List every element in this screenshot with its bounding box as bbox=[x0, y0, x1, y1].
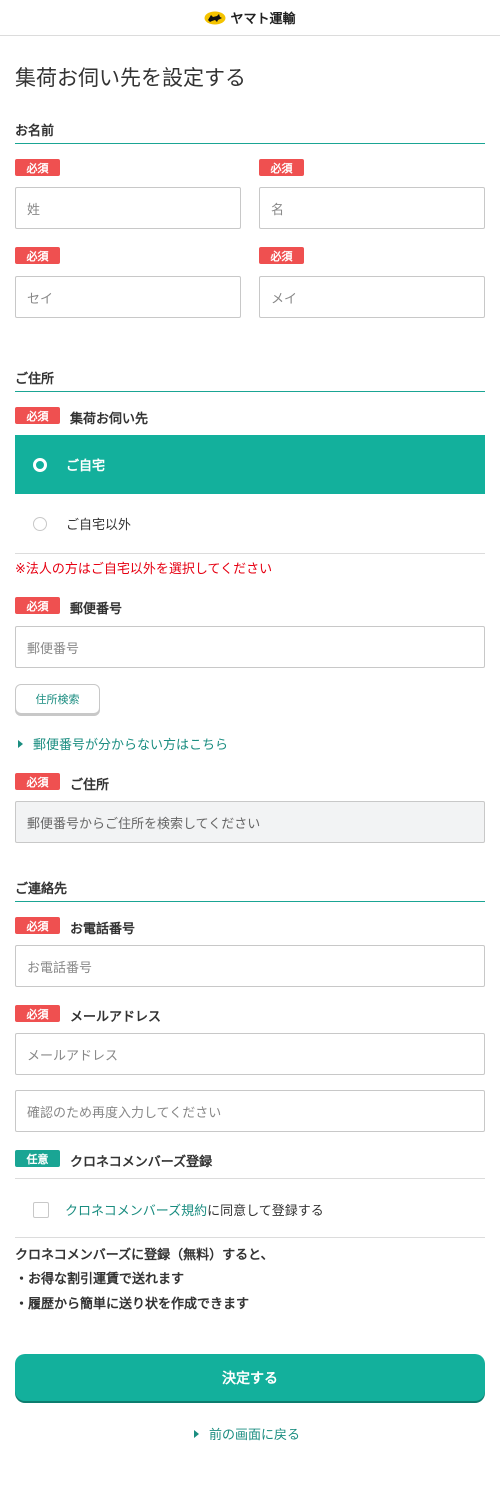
email-confirm-input[interactable]: 確認のため再度入力してください bbox=[15, 1090, 485, 1132]
required-badge: 必須 bbox=[15, 917, 60, 934]
unknown-postal-code-link-text: 郵便番号が分からない方はこちら bbox=[33, 738, 229, 753]
required-badge: 必須 bbox=[259, 159, 304, 176]
header: ヤマト運輸 bbox=[0, 0, 500, 36]
terms-agreement-text: に同意して登録する bbox=[207, 1204, 324, 1219]
required-badge: 必須 bbox=[259, 247, 304, 264]
required-badge: 必須 bbox=[15, 773, 60, 790]
address-label: ご住所 bbox=[70, 778, 110, 793]
radio-option-label: ご自宅 bbox=[66, 459, 106, 474]
logo-text: ヤマト運輸 bbox=[230, 12, 296, 27]
benefit-item: ・履歴から簡単に送り状を作成できます bbox=[15, 1297, 250, 1312]
pickup-location-label: 集荷お伺い先 bbox=[70, 412, 149, 427]
first-name-input[interactable]: 名 bbox=[259, 187, 485, 229]
benefit-item: ・お得な割引運賃で送れます bbox=[15, 1272, 185, 1287]
required-badge: 必須 bbox=[15, 407, 60, 424]
address-search-button[interactable]: 住所検索 bbox=[15, 684, 100, 714]
name-section-title: お名前 bbox=[15, 124, 55, 139]
contact-section-title: ご連絡先 bbox=[15, 882, 68, 897]
radio-option-label: ご自宅以外 bbox=[66, 518, 132, 533]
radio-selected-icon bbox=[33, 457, 47, 472]
address-section-title: ご住所 bbox=[15, 372, 55, 387]
radio-option-other[interactable]: ご自宅以外 bbox=[15, 494, 485, 553]
submit-button[interactable]: 決定する bbox=[15, 1354, 485, 1401]
last-name-kana-input[interactable]: セイ bbox=[15, 276, 241, 318]
unknown-postal-code-link[interactable]: 郵便番号が分からない方はこちら bbox=[18, 734, 228, 753]
contact-section-divider bbox=[15, 901, 485, 902]
members-registration-label: クロネコメンバーズ登録 bbox=[70, 1155, 213, 1170]
divider bbox=[15, 1178, 485, 1179]
email-label: メールアドレス bbox=[70, 1010, 162, 1025]
terms-checkbox[interactable] bbox=[33, 1201, 49, 1218]
benefits-intro: クロネコメンバーズに登録（無料）すると、 bbox=[15, 1248, 274, 1263]
phone-label: お電話番号 bbox=[70, 922, 136, 937]
members-terms-link[interactable]: クロネコメンバーズ規約 bbox=[65, 1204, 207, 1219]
radio-unselected-icon bbox=[33, 516, 47, 531]
first-name-kana-input[interactable]: メイ bbox=[259, 276, 485, 318]
yamato-logo[interactable]: ヤマト運輸 bbox=[204, 8, 296, 27]
last-name-input[interactable]: 姓 bbox=[15, 187, 241, 229]
divider bbox=[15, 553, 485, 554]
name-section-divider bbox=[15, 143, 485, 144]
postal-code-label: 郵便番号 bbox=[70, 602, 123, 617]
email-input[interactable]: メールアドレス bbox=[15, 1033, 485, 1075]
required-badge: 必須 bbox=[15, 1005, 60, 1022]
address-section-divider bbox=[15, 391, 485, 392]
required-badge: 必須 bbox=[15, 597, 60, 614]
required-badge: 必須 bbox=[15, 247, 60, 264]
divider bbox=[15, 1237, 485, 1238]
required-badge: 必須 bbox=[15, 159, 60, 176]
radio-option-home[interactable]: ご自宅 bbox=[15, 435, 485, 494]
page-title: 集荷お伺い先を設定する bbox=[15, 66, 246, 90]
members-terms-agreement[interactable]: クロネコメンバーズ規約に同意して登録する bbox=[33, 1200, 324, 1219]
corporate-note: ※法人の方はご自宅以外を選択してください bbox=[15, 562, 273, 577]
postal-code-input[interactable]: 郵便番号 bbox=[15, 626, 485, 668]
caret-right-icon bbox=[18, 739, 23, 748]
optional-badge: 任意 bbox=[15, 1150, 60, 1167]
black-cat-icon bbox=[204, 11, 226, 25]
back-link-text: 前の画面に戻る bbox=[209, 1428, 301, 1443]
address-field: 郵便番号からご住所を検索してください bbox=[15, 801, 485, 843]
caret-right-icon bbox=[194, 1429, 199, 1438]
phone-input[interactable]: お電話番号 bbox=[15, 945, 485, 987]
back-link[interactable]: 前の画面に戻る bbox=[194, 1424, 300, 1443]
